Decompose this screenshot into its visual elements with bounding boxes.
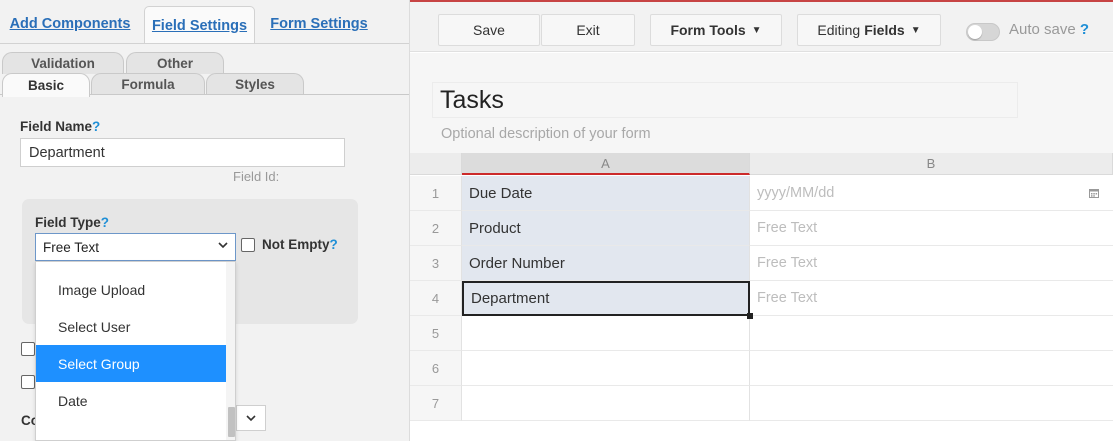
not-empty-checkbox[interactable] [241,238,255,252]
row-number[interactable]: 7 [410,386,462,421]
form-tools-button[interactable]: Form Tools ▼ [650,14,782,46]
editing-mode-button[interactable]: Editing Fields ▼ [797,14,941,46]
field-name-input[interactable]: Department [20,138,345,167]
table-row: 2 Product Free Text [410,211,1113,246]
form-tools-label: Form Tools [670,22,746,38]
grid-cell[interactable]: Free Text [750,211,1113,246]
option-checkbox-2[interactable] [21,375,35,389]
autosave-help-icon[interactable]: ? [1080,21,1089,38]
subtab-formula[interactable]: Formula [91,73,205,95]
toggle-knob [968,25,982,39]
row-number[interactable]: 3 [410,246,462,281]
field-name-label: Field Name? [20,119,100,134]
grid-cell-active[interactable]: Department [462,281,750,316]
form-title[interactable]: Tasks [440,86,504,115]
exit-button[interactable]: Exit [541,14,635,46]
not-empty-help-icon[interactable]: ? [330,237,338,252]
option-checkbox-1[interactable] [21,342,35,356]
field-id-label: Field Id: [233,169,280,184]
subtab-validation[interactable]: Validation [2,52,124,74]
table-row: 6 [410,351,1113,386]
field-type-label-text: Field Type [35,215,101,230]
row-number[interactable]: 6 [410,351,462,386]
not-empty-label: Not Empty? [262,237,338,252]
caret-down-icon: ▼ [910,24,921,36]
field-type-select[interactable]: Free Text [35,233,236,261]
field-name-label-text: Field Name [20,119,93,134]
save-button[interactable]: Save [438,14,540,46]
grid-cell[interactable] [750,386,1113,421]
table-row: 3 Order Number Free Text [410,246,1113,281]
field-type-selected-value: Free Text [43,239,100,255]
dropdown-scrollbar[interactable] [226,262,235,440]
grid-corner [410,153,462,175]
grid-cell[interactable]: Order Number [462,246,750,281]
table-row: 1 Due Date yyyy/MM/dd [410,176,1113,211]
caret-down-icon: ▼ [751,24,762,36]
subtab-basic[interactable]: Basic [2,73,90,97]
table-row: 7 [410,386,1113,421]
grid-cell[interactable]: Free Text [750,281,1113,316]
calendar-icon [1089,189,1099,198]
chevron-down-icon [246,415,256,422]
subtab-other[interactable]: Other [126,52,224,74]
editing-mode-label: Fields [864,22,905,38]
tab-field-settings[interactable]: Field Settings [144,6,255,44]
column-header-a[interactable]: A [462,153,750,175]
grid-cell[interactable]: yyyy/MM/dd [750,176,1113,211]
dropdown-option-select-group[interactable]: Select Group [36,345,226,382]
not-empty-label-text: Not Empty [262,237,330,252]
autosave-label-text: Auto save [1009,21,1076,38]
table-row: 4 Department Free Text [410,281,1113,316]
field-type-help-icon[interactable]: ? [101,215,109,230]
partial-select[interactable] [236,405,266,431]
field-type-label: Field Type? [35,215,109,230]
grid-cell[interactable]: Free Text [750,246,1113,281]
tab-add-components[interactable]: Add Components [0,6,140,42]
field-name-help-icon[interactable]: ? [92,119,100,134]
grid-cell[interactable] [750,351,1113,386]
subtab-styles[interactable]: Styles [206,73,304,95]
grid-cell[interactable] [462,386,750,421]
grid-cell[interactable] [462,351,750,386]
form-title-field[interactable] [432,82,1018,118]
cell-fill-handle[interactable] [747,313,753,319]
grid-cell[interactable] [750,316,1113,351]
autosave-toggle[interactable] [966,23,1000,41]
row-number[interactable]: 5 [410,316,462,351]
dropdown-option-image-upload[interactable]: Image Upload [36,271,226,308]
date-format-placeholder: yyyy/MM/dd [757,185,835,201]
form-grid: A B 1 Due Date yyyy/MM/dd 2 Product Free… [410,153,1113,441]
dropdown-scroll-thumb[interactable] [228,407,235,437]
field-settings-panel: Add Components Field Settings Form Setti… [0,0,410,441]
form-toolbar: Save Exit Form Tools ▼ Editing Fields ▼ … [410,2,1113,52]
row-number[interactable]: 2 [410,211,462,246]
table-row: 5 [410,316,1113,351]
grid-cell[interactable]: Product [462,211,750,246]
row-number[interactable]: 4 [410,281,462,316]
dropdown-option-date[interactable]: Date [36,382,226,419]
tab-form-settings[interactable]: Form Settings [258,6,380,42]
chevron-down-icon [217,239,229,254]
field-type-dropdown-list: Image Upload Select User Select Group Da… [35,261,236,441]
grid-cell[interactable] [462,316,750,351]
tab-divider [0,43,409,44]
form-description-input[interactable]: Optional description of your form [441,126,651,142]
column-header-b[interactable]: B [750,153,1113,175]
grid-cell[interactable]: Due Date [462,176,750,211]
editing-prefix-label: Editing [817,22,861,38]
autosave-label: Auto save ? [1009,21,1089,38]
row-number[interactable]: 1 [410,176,462,211]
dropdown-option-select-user[interactable]: Select User [36,308,226,345]
